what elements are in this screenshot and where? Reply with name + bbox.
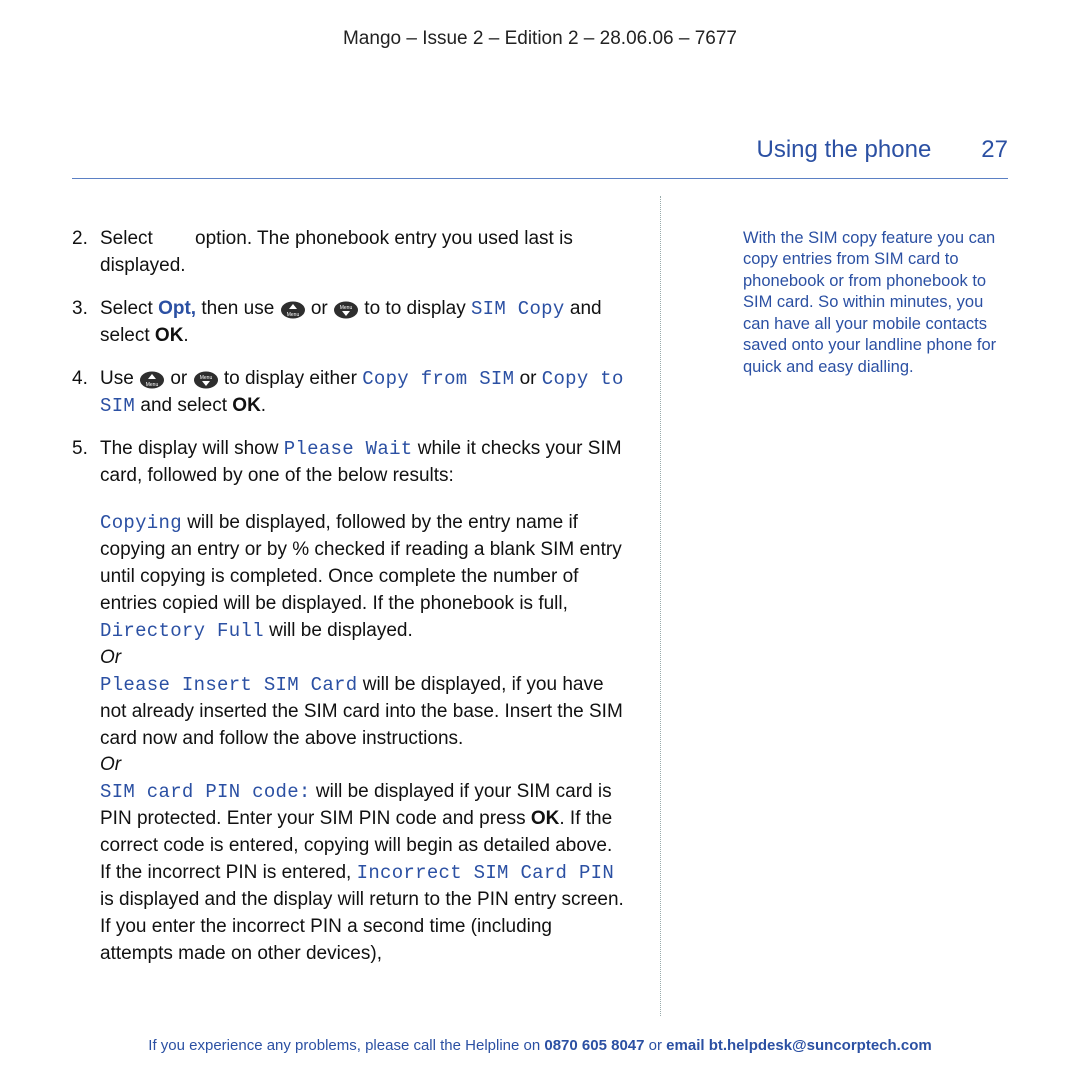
svg-text:Menu: Menu <box>146 382 159 388</box>
menu-up-icon: Menu <box>280 301 306 319</box>
column-divider <box>660 196 661 1016</box>
result-copying: Copying will be displayed, followed by t… <box>100 510 627 672</box>
result-insert-sim: Please Insert SIM Card will be displayed… <box>100 672 627 780</box>
sidebar-note: With the SIM copy feature you can copy e… <box>743 228 1008 378</box>
step-5: 5. The display will show Please Wait whi… <box>72 436 627 968</box>
svg-text:Menu: Menu <box>286 312 299 318</box>
helpline-footer: If you experience any problems, please c… <box>0 1037 1080 1054</box>
menu-down-icon: Menu <box>333 301 359 319</box>
step-2: 2. Select option. The phonebook entry yo… <box>72 226 627 280</box>
doc-id-line: Mango – Issue 2 – Edition 2 – 28.06.06 –… <box>72 28 1008 50</box>
page-number: 27 <box>981 136 1008 164</box>
instructions-column: 2. Select option. The phonebook entry yo… <box>72 226 627 984</box>
svg-text:Menu: Menu <box>199 375 212 381</box>
result-pin: SIM card PIN code: will be displayed if … <box>100 779 627 968</box>
step-4: 4. Use Menu or Menu to display either Co… <box>72 366 627 420</box>
header-rule <box>72 178 1008 179</box>
menu-up-icon: Menu <box>139 371 165 389</box>
menu-down-icon: Menu <box>193 371 219 389</box>
section-title: Using the phone <box>757 136 932 164</box>
step-3: 3. Select Opt, then use Menu or Menu to … <box>72 296 627 350</box>
svg-text:Menu: Menu <box>340 305 353 311</box>
